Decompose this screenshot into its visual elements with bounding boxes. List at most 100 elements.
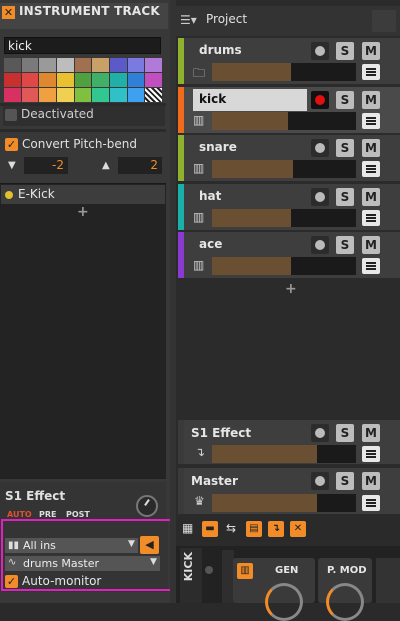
send-mode-post[interactable]: POST xyxy=(66,510,90,519)
inspector-title: INSTRUMENT TRACK xyxy=(19,4,160,18)
color-swatch[interactable] xyxy=(39,58,56,72)
close-panel-icon[interactable]: ✕ xyxy=(290,521,306,537)
color-swatch[interactable] xyxy=(145,73,162,87)
record-arm-button[interactable] xyxy=(311,424,329,442)
color-swatch[interactable] xyxy=(39,73,56,87)
color-swatch[interactable] xyxy=(74,58,92,72)
gen-knob[interactable] xyxy=(265,583,303,621)
color-swatch[interactable] xyxy=(74,88,92,102)
track-name: kick xyxy=(199,91,227,106)
master-track-meter[interactable] xyxy=(212,494,356,512)
color-swatch[interactable] xyxy=(21,58,39,72)
track-name: hat xyxy=(199,188,222,203)
project-options-button[interactable] xyxy=(372,10,396,32)
track-menu-button[interactable] xyxy=(362,161,380,177)
track-color xyxy=(178,135,184,181)
track-menu-button[interactable] xyxy=(362,446,380,462)
return-arrow-icon: ↴ xyxy=(195,445,206,459)
track-menu-button[interactable] xyxy=(362,258,380,274)
mute-button[interactable]: M xyxy=(362,42,380,60)
color-swatch[interactable] xyxy=(145,88,162,102)
folder-icon: 🗀 xyxy=(193,66,206,80)
send-mode-auto[interactable]: AUTO xyxy=(7,510,32,519)
solo-button[interactable]: S xyxy=(336,424,354,442)
automation-icon[interactable]: ↴ xyxy=(268,521,284,537)
track-meter[interactable] xyxy=(212,257,356,275)
record-arm-button[interactable] xyxy=(311,236,329,254)
track-menu-button[interactable] xyxy=(362,112,380,129)
record-arm-button[interactable] xyxy=(311,472,329,490)
record-arm-button[interactable] xyxy=(311,90,329,109)
deactivated-checkbox[interactable] xyxy=(5,109,17,121)
arranger-view-icon[interactable]: ▬ xyxy=(202,521,218,537)
crown-icon: ♛ xyxy=(194,494,205,508)
track-name-input[interactable]: kick xyxy=(4,37,161,54)
record-arm-button[interactable] xyxy=(311,139,329,157)
mute-button[interactable]: M xyxy=(362,90,380,109)
solo-button[interactable]: S xyxy=(336,187,354,206)
swap-icon[interactable]: ⇆ xyxy=(226,521,236,535)
record-arm-button[interactable] xyxy=(311,42,329,60)
knob-label-gen: GEN xyxy=(275,565,299,576)
track-menu-button[interactable] xyxy=(362,64,380,80)
pitch-bend-up-field[interactable]: 2 xyxy=(118,157,162,174)
mute-button[interactable]: M xyxy=(362,424,380,442)
pmod-knob[interactable] xyxy=(326,583,364,621)
color-swatch[interactable] xyxy=(56,88,74,102)
color-palette xyxy=(4,58,162,102)
color-swatch[interactable] xyxy=(21,73,39,87)
inspector-close-icon[interactable]: ✕ xyxy=(2,6,15,19)
track-menu-button[interactable] xyxy=(362,209,380,226)
color-swatch[interactable] xyxy=(92,58,109,72)
record-arm-button[interactable] xyxy=(311,187,329,206)
device-piano-icon[interactable]: ▥ xyxy=(237,563,253,579)
color-swatch[interactable] xyxy=(92,73,109,87)
master-track-color xyxy=(178,468,184,514)
track-meter[interactable] xyxy=(212,111,356,130)
color-swatch[interactable] xyxy=(74,73,92,87)
track-meter[interactable] xyxy=(212,160,356,178)
color-swatch[interactable] xyxy=(4,58,21,72)
color-swatch[interactable] xyxy=(92,88,109,102)
color-swatch[interactable] xyxy=(109,58,127,72)
add-track-icon[interactable]: + xyxy=(285,281,297,297)
color-swatch[interactable] xyxy=(21,88,39,102)
meter-fill xyxy=(212,111,289,130)
mixer-view-icon[interactable]: ▤ xyxy=(246,521,262,537)
send-mode-pre[interactable]: PRE xyxy=(39,510,57,519)
send-level-knob[interactable] xyxy=(136,495,158,517)
highlight-box xyxy=(1,519,177,591)
pitch-up-icon: ▲ xyxy=(102,160,110,171)
color-swatch[interactable] xyxy=(56,58,74,72)
color-swatch[interactable] xyxy=(109,73,127,87)
color-swatch[interactable] xyxy=(127,73,145,87)
color-swatch[interactable] xyxy=(4,88,21,102)
track-meter[interactable] xyxy=(212,63,356,81)
solo-button[interactable]: S xyxy=(336,236,354,254)
mute-button[interactable]: M xyxy=(362,139,380,157)
mute-button[interactable]: M xyxy=(362,187,380,206)
track-meter[interactable] xyxy=(212,208,356,227)
pitch-bend-down-field[interactable]: -2 xyxy=(24,157,68,174)
mute-button[interactable]: M xyxy=(362,472,380,490)
add-device-icon[interactable]: + xyxy=(77,204,89,220)
color-swatch[interactable] xyxy=(145,58,162,72)
convert-pitch-bend-checkbox[interactable]: ✓ xyxy=(5,138,18,151)
track-color xyxy=(178,86,184,133)
grid-view-icon[interactable]: ▦ xyxy=(182,521,193,535)
color-swatch[interactable] xyxy=(39,88,56,102)
color-swatch[interactable] xyxy=(109,88,127,102)
color-swatch[interactable] xyxy=(127,58,145,72)
track-name: drums xyxy=(199,43,242,57)
color-swatch[interactable] xyxy=(127,88,145,102)
solo-button[interactable]: S xyxy=(336,139,354,157)
solo-button[interactable]: S xyxy=(336,90,354,109)
solo-button[interactable]: S xyxy=(336,472,354,490)
color-swatch[interactable] xyxy=(56,73,74,87)
color-swatch[interactable] xyxy=(4,73,21,87)
solo-button[interactable]: S xyxy=(336,42,354,60)
effect-track-meter[interactable] xyxy=(212,445,356,463)
track-menu-button[interactable] xyxy=(362,495,380,511)
project-menu-icon[interactable]: ☰▾ xyxy=(180,13,197,27)
mute-button[interactable]: M xyxy=(362,236,380,254)
